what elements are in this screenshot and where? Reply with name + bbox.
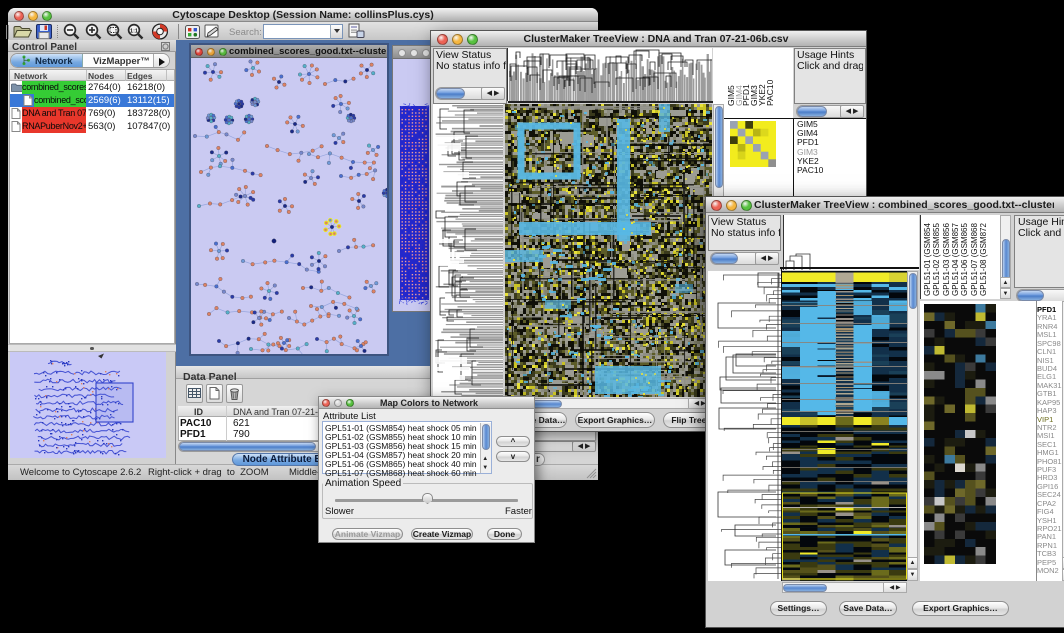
svg-text:1:1: 1:1 [130, 28, 138, 34]
